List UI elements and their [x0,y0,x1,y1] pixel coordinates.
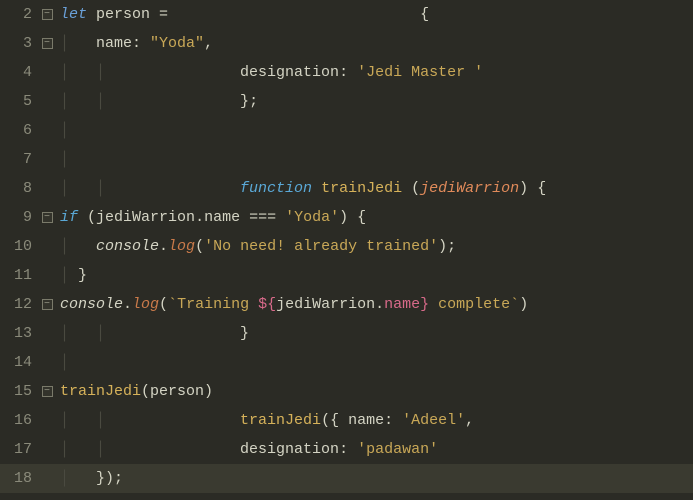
code-line[interactable]: 2 − let person = { [0,0,693,29]
code-content[interactable]: │ │ designation: 'padawan' [56,441,438,458]
code-line[interactable]: 12 − console.log(`Training ${jediWarrion… [0,290,693,319]
code-content[interactable]: │ │ function trainJedi (jediWarrion) { [56,180,546,197]
line-number: 16 [0,412,38,429]
fold-collapse-icon[interactable]: − [42,9,53,20]
code-line-current[interactable]: 18 │ }); [0,464,693,493]
code-content[interactable]: │ │ }; [56,93,258,110]
fold-collapse-icon[interactable]: − [42,212,53,223]
line-number: 4 [0,64,38,81]
fold-gutter[interactable]: − [38,38,56,49]
fold-gutter[interactable]: − [38,9,56,20]
code-line[interactable]: 16 │ │ trainJedi({ name: 'Adeel', [0,406,693,435]
code-line[interactable]: 14 │ [0,348,693,377]
line-number: 2 [0,6,38,23]
line-number: 3 [0,35,38,52]
line-number: 6 [0,122,38,139]
code-content[interactable]: if (jediWarrion.name === 'Yoda') { [56,209,366,226]
line-number: 9 [0,209,38,226]
code-line[interactable]: 6 │ [0,116,693,145]
code-content[interactable]: │ [56,354,96,371]
code-content[interactable]: trainJedi(person) [56,383,213,400]
code-line[interactable]: 8 │ │ function trainJedi (jediWarrion) { [0,174,693,203]
fold-collapse-icon[interactable]: − [42,386,53,397]
line-number: 7 [0,151,38,168]
code-content[interactable]: │ │ designation: 'Jedi Master ' [56,64,483,81]
code-editor[interactable]: 2 − let person = { 3 − │ name: "Yoda", 4… [0,0,693,493]
line-number: 10 [0,238,38,255]
code-content[interactable]: │ [56,122,96,139]
code-content[interactable]: │ }); [56,470,123,487]
code-line[interactable]: 15 − trainJedi(person) [0,377,693,406]
code-line[interactable]: 11 │ } [0,261,693,290]
fold-gutter[interactable]: − [38,212,56,223]
code-content[interactable]: let person = { [56,6,429,23]
fold-gutter[interactable]: − [38,386,56,397]
line-number: 15 [0,383,38,400]
fold-gutter[interactable]: − [38,299,56,310]
fold-collapse-icon[interactable]: − [42,299,53,310]
code-content[interactable]: │ │ } [56,325,249,342]
code-content[interactable]: │ console.log('No need! already trained'… [56,238,456,255]
code-line[interactable]: 4 │ │ designation: 'Jedi Master ' [0,58,693,87]
line-number: 14 [0,354,38,371]
code-line[interactable]: 10 │ console.log('No need! already train… [0,232,693,261]
code-content[interactable]: │ [56,151,96,168]
line-number: 11 [0,267,38,284]
code-line[interactable]: 13 │ │ } [0,319,693,348]
code-line[interactable]: 5 │ │ }; [0,87,693,116]
code-line[interactable]: 3 − │ name: "Yoda", [0,29,693,58]
code-content[interactable]: │ name: "Yoda", [56,35,213,52]
line-number: 12 [0,296,38,313]
line-number: 13 [0,325,38,342]
code-content[interactable]: │ } [56,267,87,284]
code-line[interactable]: 17 │ │ designation: 'padawan' [0,435,693,464]
code-content[interactable]: console.log(`Training ${jediWarrion.name… [56,296,528,313]
code-line[interactable]: 7 │ [0,145,693,174]
line-number: 17 [0,441,38,458]
line-number: 18 [0,470,38,487]
fold-collapse-icon[interactable]: − [42,38,53,49]
line-number: 5 [0,93,38,110]
code-line[interactable]: 9 − if (jediWarrion.name === 'Yoda') { [0,203,693,232]
line-number: 8 [0,180,38,197]
code-content[interactable]: │ │ trainJedi({ name: 'Adeel', [56,412,474,429]
